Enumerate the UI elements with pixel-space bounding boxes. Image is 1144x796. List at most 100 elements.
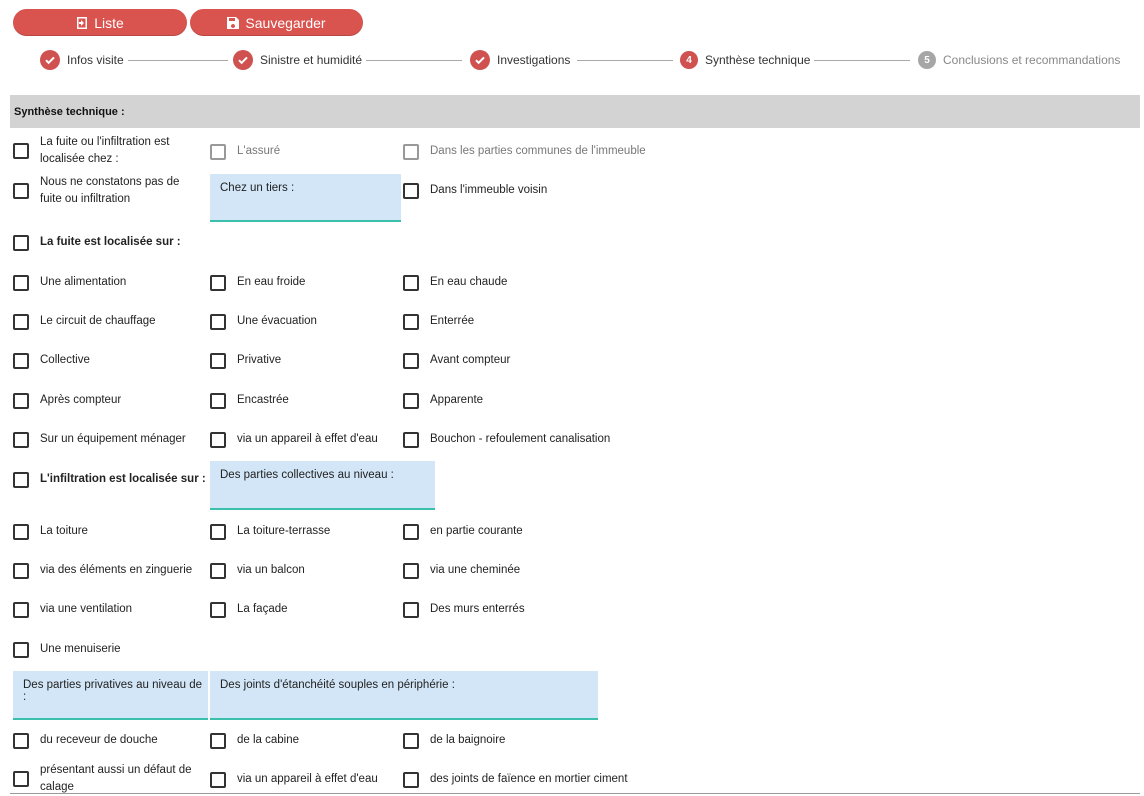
checkbox-zinguerie[interactable]: via des éléments en zinguerie <box>13 562 192 579</box>
checkbox-murs-enterres[interactable]: Des murs enterrés <box>403 601 525 618</box>
step-sinistre-humidite[interactable]: Sinistre et humidité <box>233 50 362 70</box>
checkbox-avant-compteur[interactable]: Avant compteur <box>403 352 510 369</box>
checkbox[interactable] <box>13 732 29 749</box>
checkbox-baignoire[interactable]: de la baignoire <box>403 732 505 749</box>
checkbox-bouchon[interactable]: Bouchon - refoulement canalisation <box>403 431 610 448</box>
checkbox-infiltration-localisee-sur[interactable]: L'infiltration est localisée sur : <box>13 471 206 488</box>
checkbox[interactable] <box>403 313 419 330</box>
checkbox[interactable] <box>210 143 226 160</box>
checkbox-pas-de-fuite[interactable]: Nous ne constatons pas de fuite ou infil… <box>13 174 193 208</box>
parties-collectives-field[interactable]: Des parties collectives au niveau : <box>210 461 435 510</box>
checkbox[interactable] <box>13 234 29 251</box>
checkbox-immeuble-voisin[interactable]: Dans l'immeuble voisin <box>403 182 547 199</box>
checkbox-apparente[interactable]: Apparente <box>403 392 483 409</box>
checkbox[interactable] <box>13 183 29 199</box>
checkbox[interactable] <box>13 471 29 488</box>
checkbox[interactable] <box>403 732 419 749</box>
checkbox[interactable] <box>210 274 226 291</box>
checkbox[interactable] <box>403 182 419 199</box>
checkbox[interactable] <box>210 352 226 369</box>
checkbox-circuit-chauffage[interactable]: Le circuit de chauffage <box>13 313 156 330</box>
checkbox[interactable] <box>13 274 29 291</box>
checkbox[interactable] <box>403 562 419 579</box>
checkbox[interactable] <box>403 523 419 540</box>
checkbox-eau-froide[interactable]: En eau froide <box>210 274 305 291</box>
checkbox-defaut-calage[interactable]: présentant aussi un défaut de calage <box>13 762 198 796</box>
checkbox[interactable] <box>403 392 419 409</box>
checkbox-privative[interactable]: Privative <box>210 352 281 369</box>
checkbox[interactable] <box>13 431 29 448</box>
checkbox[interactable] <box>210 392 226 409</box>
checkbox-enterree[interactable]: Enterrée <box>403 313 474 330</box>
checkbox[interactable] <box>210 431 226 448</box>
checkbox[interactable] <box>13 523 29 540</box>
checkbox-fuite-localisee-sur[interactable]: La fuite est localisée sur : <box>13 234 181 251</box>
checkbox-assure[interactable]: L'assuré <box>210 143 280 160</box>
checkbox[interactable] <box>403 601 419 618</box>
checkbox[interactable] <box>13 392 29 409</box>
checkbox[interactable] <box>13 641 29 658</box>
checkbox[interactable] <box>210 313 226 330</box>
step-infos-visite[interactable]: Infos visite <box>40 50 124 70</box>
step-conclusions[interactable]: 5 Conclusions et recommandations <box>918 50 1120 70</box>
checkbox-cabine[interactable]: de la cabine <box>210 732 299 749</box>
checkbox[interactable] <box>210 732 226 749</box>
check-icon <box>470 50 490 70</box>
list-icon <box>77 16 88 29</box>
liste-button-label: Liste <box>94 14 124 31</box>
checkbox-label: Avant compteur <box>430 354 511 366</box>
check-icon <box>40 50 60 70</box>
checkbox[interactable] <box>13 601 29 618</box>
checkbox[interactable] <box>210 601 226 618</box>
step-synthese-technique[interactable]: 4 Synthèse technique <box>680 50 810 70</box>
checkbox[interactable] <box>13 313 29 330</box>
checkbox-appareil-effet-eau-2[interactable]: via un appareil à effet d'eau <box>210 771 378 788</box>
chez-tiers-field[interactable]: Chez un tiers : <box>210 174 401 222</box>
checkbox[interactable] <box>210 771 226 788</box>
checkbox-facade[interactable]: La façade <box>210 601 288 618</box>
checkbox-label: L'assuré <box>237 145 281 157</box>
checkbox-ventilation[interactable]: via une ventilation <box>13 601 132 618</box>
checkbox-menuiserie[interactable]: Une menuiserie <box>13 641 121 658</box>
checkbox-receveur-douche[interactable]: du receveur de douche <box>13 732 158 749</box>
checkbox[interactable] <box>13 562 29 579</box>
checkbox[interactable] <box>403 771 419 788</box>
checkbox-evacuation[interactable]: Une évacuation <box>210 313 317 330</box>
step-investigations[interactable]: Investigations <box>470 50 570 70</box>
checkbox-label: Une menuiserie <box>40 643 121 655</box>
joints-etancheite-field[interactable]: Des joints d'étanchéité souples en périp… <box>210 671 598 720</box>
save-button[interactable]: Sauvegarder <box>190 9 363 36</box>
checkbox-collective[interactable]: Collective <box>13 352 90 369</box>
checkbox-appareil-effet-eau[interactable]: via un appareil à effet d'eau <box>210 431 378 448</box>
parties-privatives-field[interactable]: Des parties privatives au niveau de : <box>13 671 208 720</box>
checkbox-parties-communes[interactable]: Dans les parties communes de l'immeuble <box>403 143 646 160</box>
checkbox-balcon[interactable]: via un balcon <box>210 562 305 579</box>
checkbox-toiture[interactable]: La toiture <box>13 523 88 540</box>
checkbox-label: L'infiltration est localisée sur : <box>40 473 206 485</box>
checkbox[interactable] <box>13 352 29 369</box>
checkbox[interactable] <box>210 562 226 579</box>
checkbox[interactable] <box>403 274 419 291</box>
checkbox[interactable] <box>403 143 419 160</box>
checkbox-label: Une évacuation <box>237 315 317 327</box>
checkbox-cheminee[interactable]: via une cheminée <box>403 562 520 579</box>
checkbox-partie-courante[interactable]: en partie courante <box>403 523 523 540</box>
checkbox-toiture-terrasse[interactable]: La toiture-terrasse <box>210 523 330 540</box>
checkbox[interactable] <box>13 771 29 787</box>
checkbox[interactable] <box>13 143 29 159</box>
checkbox-equipement-menager[interactable]: Sur un équipement ménager <box>13 431 186 448</box>
checkbox-label: via des éléments en zinguerie <box>40 564 193 576</box>
checkbox[interactable] <box>403 352 419 369</box>
checkbox-label: Privative <box>237 354 282 366</box>
step-connector <box>577 60 673 61</box>
liste-button[interactable]: Liste <box>13 9 187 36</box>
checkbox-label: Apparente <box>430 394 484 406</box>
checkbox-joints-faience[interactable]: des joints de faïence en mortier ciment <box>403 771 628 788</box>
checkbox-alimentation[interactable]: Une alimentation <box>13 274 126 291</box>
checkbox[interactable] <box>403 431 419 448</box>
checkbox-encastree[interactable]: Encastrée <box>210 392 289 409</box>
checkbox-apres-compteur[interactable]: Après compteur <box>13 392 121 409</box>
checkbox-eau-chaude[interactable]: En eau chaude <box>403 274 507 291</box>
checkbox-fuite-localisee-chez[interactable]: La fuite ou l'infiltration est localisée… <box>13 134 193 168</box>
checkbox[interactable] <box>210 523 226 540</box>
